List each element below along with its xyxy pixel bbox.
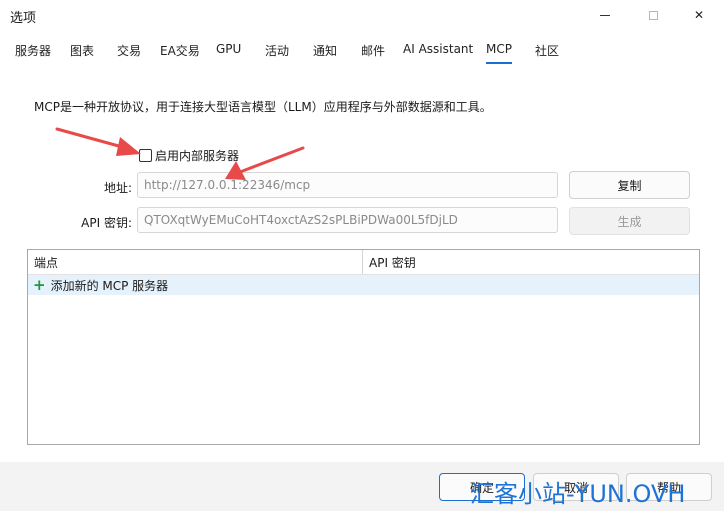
column-header-api-key[interactable]: API 密钥: [363, 250, 699, 274]
tab-notifications[interactable]: 通知: [313, 42, 337, 64]
generate-button[interactable]: 生成: [569, 207, 690, 235]
arrow-to-checkbox-icon: [55, 127, 141, 156]
enable-internal-server-checkbox[interactable]: [139, 149, 152, 162]
close-icon: ✕: [693, 8, 705, 22]
enable-internal-server-label: 启用内部服务器: [155, 149, 240, 163]
address-label: 地址:: [103, 181, 132, 195]
watermark: 汇客小站-YUN.OVH: [470, 480, 686, 508]
window-title: 选项: [10, 11, 37, 26]
plus-icon: +: [33, 275, 46, 294]
minimize-icon: [600, 14, 610, 16]
tab-bar: 服务器 图表 交易 EA交易 GPU 活动 通知 邮件 AI Assistant…: [0, 38, 724, 66]
api-key-label: API 密钥:: [81, 216, 132, 230]
tab-expert-advisors[interactable]: EA交易: [160, 42, 200, 64]
maximize-icon: [648, 10, 658, 20]
maximize-button[interactable]: [630, 0, 676, 30]
address-field[interactable]: http://127.0.0.1:22346/mcp: [137, 172, 558, 198]
minimize-button[interactable]: [582, 0, 628, 30]
tab-mcp[interactable]: MCP: [486, 42, 512, 64]
column-header-endpoint[interactable]: 端点: [28, 250, 363, 274]
tab-gpu[interactable]: GPU: [216, 42, 241, 64]
tab-email[interactable]: 邮件: [361, 42, 385, 64]
mcp-description: MCP是一种开放协议，用于连接大型语言模型（LLM）应用程序与外部数据源和工具。: [34, 100, 492, 114]
title-bar: 选项 ✕: [0, 0, 724, 32]
tab-events[interactable]: 活动: [265, 42, 289, 64]
copy-button[interactable]: 复制: [569, 171, 690, 199]
tab-community[interactable]: 社区: [535, 42, 559, 64]
tab-charts[interactable]: 图表: [70, 42, 94, 64]
tab-ai-assistant[interactable]: AI Assistant: [403, 42, 473, 64]
tab-trade[interactable]: 交易: [117, 42, 141, 64]
close-button[interactable]: ✕: [676, 0, 722, 30]
tab-server[interactable]: 服务器: [15, 42, 51, 64]
enable-internal-server-row[interactable]: 启用内部服务器: [139, 147, 239, 164]
add-mcp-server-row[interactable]: + 添加新的 MCP 服务器: [28, 275, 699, 295]
add-mcp-server-label: 添加新的 MCP 服务器: [50, 278, 169, 293]
api-key-field[interactable]: QTOXqtWyEMuCoHT4oxctAzS2sPLBiPDWa00L5fDj…: [137, 207, 558, 233]
mcp-servers-table: 端点 API 密钥 + 添加新的 MCP 服务器: [27, 249, 700, 445]
